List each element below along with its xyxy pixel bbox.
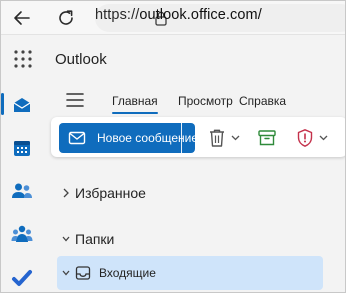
reload-button[interactable] [53, 5, 79, 31]
screenshot-frame: https://outlook.office.com/ Outlook Глав… [0, 0, 346, 293]
tab-home[interactable]: Главная [112, 94, 158, 108]
todo-icon [12, 270, 32, 286]
ribbon-tabs: Главная Просмотр Справка [43, 83, 345, 117]
url-scheme: https:// [95, 7, 140, 23]
chevron-down-icon[interactable] [319, 135, 328, 141]
calendar-icon [14, 141, 30, 156]
report-button[interactable] [296, 127, 328, 149]
url-text[interactable]: https://outlook.office.com/ [95, 7, 262, 23]
trash-icon [210, 129, 224, 147]
mail-icon [13, 98, 31, 112]
app-launcher-icon[interactable] [13, 49, 33, 69]
new-mail-button[interactable]: Новое сообщение [59, 123, 195, 153]
archive-button[interactable] [257, 127, 277, 149]
chevron-down-icon[interactable] [61, 267, 71, 279]
new-mail-dropdown[interactable] [183, 123, 195, 153]
new-mail-split-divider [181, 123, 182, 153]
chevron-right-icon [63, 188, 69, 198]
app-title: Outlook [55, 51, 107, 68]
chevron-down-icon [62, 236, 70, 242]
rail-active-indicator [1, 93, 4, 115]
rail-item-mail[interactable] [7, 90, 37, 120]
favorites-label: Избранное [75, 185, 146, 201]
tab-home-indicator [112, 112, 158, 114]
envelope-icon [68, 131, 86, 145]
main-pane: Главная Просмотр Справка Новое сообщение [43, 83, 345, 292]
favorites-group[interactable]: Избранное [55, 179, 323, 207]
url-host: outlook.office.com/ [139, 7, 262, 23]
tab-view[interactable]: Просмотр [178, 94, 233, 108]
folders-label: Папки [75, 231, 115, 247]
rail-item-todo[interactable] [7, 263, 37, 292]
inbox-label: Входящие [99, 266, 156, 280]
app-header: Outlook [1, 35, 345, 83]
chevron-down-icon[interactable] [231, 135, 240, 141]
back-arrow-icon [14, 11, 30, 25]
rail-item-groups[interactable] [7, 219, 37, 249]
back-button[interactable] [9, 5, 35, 31]
people-icon [12, 183, 32, 198]
delete-button[interactable] [208, 127, 240, 149]
inbox-icon [75, 266, 91, 280]
tab-help[interactable]: Справка [239, 94, 286, 108]
hamburger-menu-icon[interactable] [65, 91, 85, 109]
app-rail [1, 83, 43, 292]
reload-icon [59, 10, 73, 25]
rail-item-people[interactable] [7, 176, 37, 206]
shield-warning-icon [297, 129, 313, 147]
browser-toolbar: https://outlook.office.com/ [1, 1, 345, 35]
archive-icon [258, 130, 276, 146]
folder-item-inbox[interactable]: Входящие [57, 256, 323, 290]
rail-item-calendar[interactable] [7, 133, 37, 163]
ribbon-toolbar: Новое сообщение [51, 117, 345, 157]
folders-group[interactable]: Папки [55, 225, 323, 253]
groups-icon [11, 225, 33, 242]
